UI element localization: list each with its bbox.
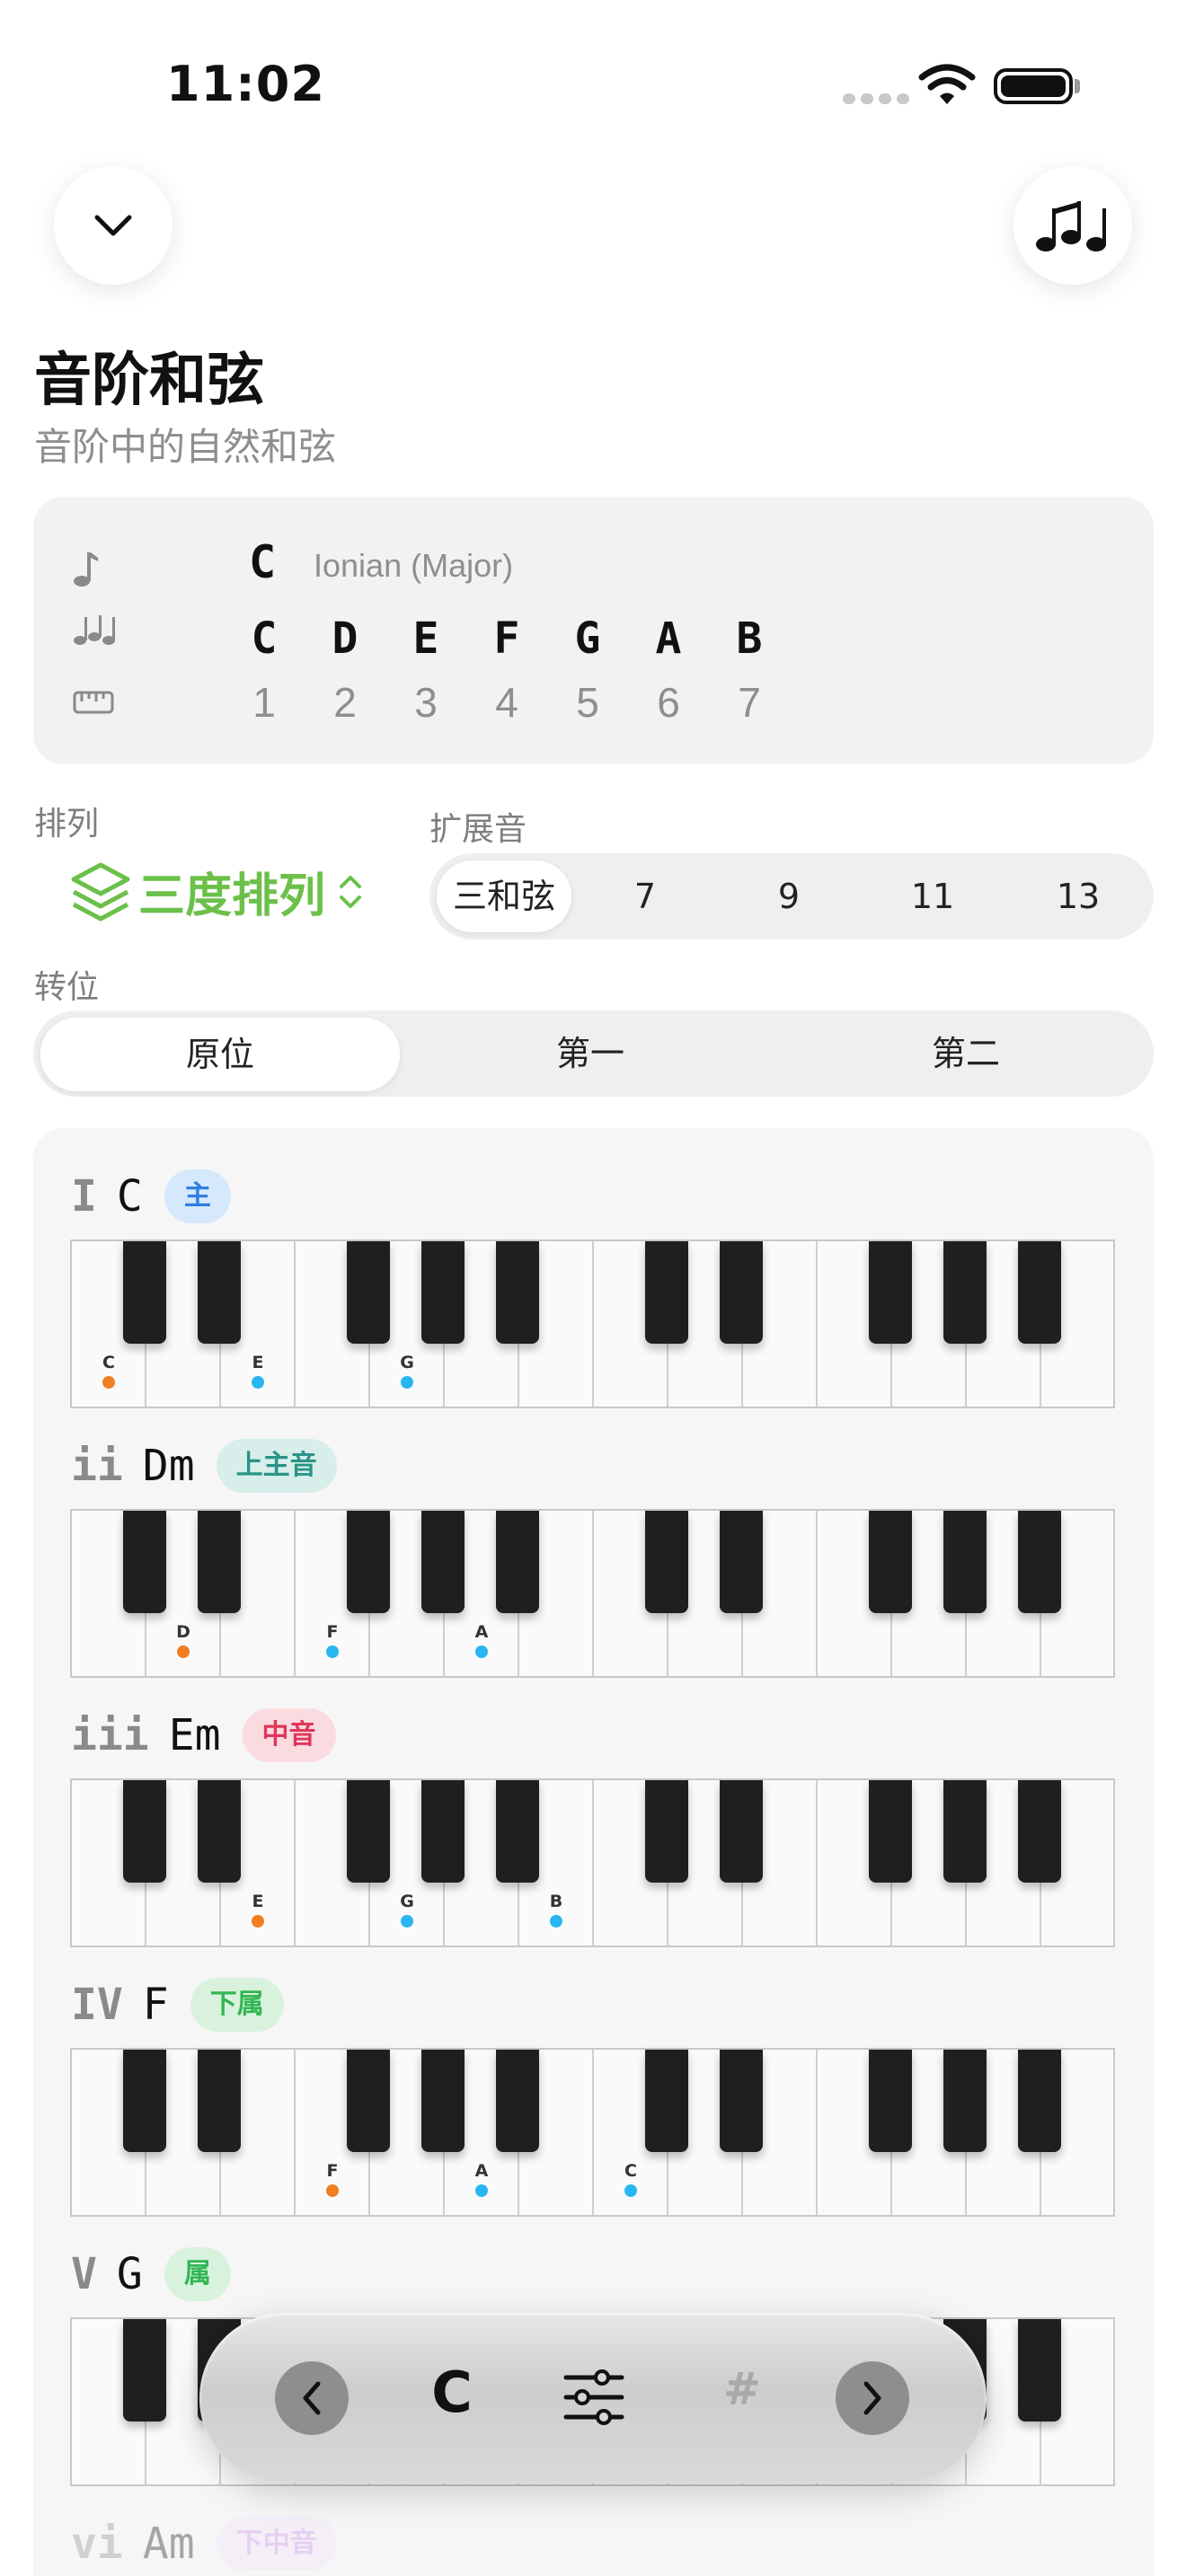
music-notes-icon	[1036, 201, 1106, 251]
chord-roman: iii	[71, 1710, 149, 1760]
chord-header: V G 属	[71, 2247, 231, 2301]
extension-option-11[interactable]: 11	[870, 853, 996, 940]
chevron-updown-icon	[340, 875, 362, 908]
scale-note: G	[574, 613, 601, 664]
extension-option-triad[interactable]: 三和弦	[437, 860, 571, 932]
extension-option-9[interactable]: 9	[726, 853, 852, 940]
chord-function-badge: 属	[164, 2247, 231, 2301]
scale-degree: 7	[738, 679, 761, 726]
note-marker: F	[310, 1622, 355, 1658]
scale-key: C	[249, 536, 277, 588]
scale-card: C Ionian (Major) C D E F G A B 1 2 3 4 5…	[33, 497, 1154, 764]
chord-name: Dm	[142, 1441, 195, 1491]
chord-header: IV F 下属	[71, 1978, 284, 2032]
scale-note: B	[736, 613, 763, 664]
scale-degree: 1	[252, 679, 276, 726]
inversion-option-root[interactable]: 原位	[40, 1018, 400, 1091]
arrangement-value: 三度排列	[138, 869, 326, 923]
scale-note: C	[251, 613, 278, 664]
chord-header: vi Am 下中音	[71, 2517, 337, 2571]
battery-icon	[994, 68, 1073, 104]
page-subtitle: 音阶中的自然和弦	[34, 425, 337, 469]
notes-button[interactable]	[1013, 166, 1132, 285]
chord-name: F	[142, 1980, 169, 2030]
note-marker: E	[235, 1892, 280, 1928]
chord-roman: I	[71, 1171, 97, 1222]
next-key-button[interactable]	[836, 2361, 909, 2435]
chord-roman: ii	[71, 1441, 123, 1491]
note-marker: E	[235, 1353, 280, 1389]
chord-function-badge: 下属	[190, 1978, 284, 2032]
extension-option-7[interactable]: 7	[582, 853, 708, 940]
key-toolbar: C #	[199, 2313, 987, 2483]
note-marker: C	[86, 1353, 131, 1389]
note-marker: A	[459, 1622, 504, 1658]
scale-note: A	[655, 613, 682, 664]
inversion-label: 转位	[34, 969, 100, 1006]
chord-roman: IV	[71, 1980, 123, 2030]
sharp-toggle-button[interactable]: #	[715, 2363, 769, 2415]
status-time: 11:02	[166, 56, 325, 112]
chord-function-badge: 中音	[242, 1708, 336, 1762]
chevron-left-icon	[303, 2381, 321, 2415]
chord-name: G	[116, 2249, 143, 2299]
scale-mode: Ionian (Major)	[314, 547, 514, 584]
arrangement-picker[interactable]: 三度排列	[68, 858, 365, 925]
chord-name: C	[116, 1171, 143, 1222]
scale-degree: 5	[576, 679, 599, 726]
battery-cap	[1075, 79, 1080, 93]
chord-header: ii Dm 上主音	[71, 1439, 337, 1493]
music-note-icon	[74, 552, 98, 587]
previous-key-button[interactable]	[275, 2361, 349, 2435]
scale-note: E	[412, 613, 439, 664]
scale-note: F	[493, 613, 520, 664]
music-notes-icon	[74, 615, 115, 645]
inversion-segmented: 原位 第一 第二	[33, 1010, 1154, 1097]
extension-option-13[interactable]: 13	[1015, 853, 1141, 940]
piano-keyboard[interactable]: D F A	[70, 1509, 1115, 1678]
chord-header: iii Em 中音	[71, 1708, 336, 1762]
ruler-icon	[73, 691, 114, 714]
extensions-label: 扩展音	[429, 811, 527, 848]
chord-function-badge: 上主音	[216, 1439, 337, 1493]
layers-icon	[71, 862, 130, 921]
chord-function-badge: 主	[164, 1169, 231, 1223]
chord-roman: V	[71, 2249, 97, 2299]
scale-note: D	[332, 613, 358, 664]
inversion-option-first[interactable]: 第一	[411, 1010, 770, 1097]
chord-header: I C 主	[71, 1169, 231, 1223]
note-marker: F	[310, 2161, 355, 2197]
piano-keyboard[interactable]: C E G	[70, 1239, 1115, 1408]
sliders-icon[interactable]	[562, 2369, 625, 2426]
piano-keyboard[interactable]: E G B	[70, 1778, 1115, 1947]
chevron-right-icon	[863, 2381, 881, 2415]
chord-name: Em	[168, 1710, 221, 1760]
extensions-segmented: 三和弦 7 9 11 13	[429, 853, 1154, 940]
note-marker: G	[385, 1353, 429, 1389]
page-title: 音阶和弦	[34, 348, 264, 414]
note-marker: A	[459, 2161, 504, 2197]
note-marker: C	[608, 2161, 653, 2197]
piano-keyboard[interactable]: F A C	[70, 2048, 1115, 2217]
scale-degree: 2	[333, 679, 357, 726]
scale-degree: 4	[495, 679, 518, 726]
note-marker: B	[534, 1892, 579, 1928]
wifi-icon	[918, 64, 976, 104]
collapse-button[interactable]	[54, 166, 173, 285]
chevron-down-icon	[94, 215, 132, 236]
note-marker: G	[385, 1892, 429, 1928]
scale-degree: 3	[414, 679, 438, 726]
chord-function-badge: 下中音	[216, 2517, 337, 2571]
inversion-option-second[interactable]: 第二	[786, 1010, 1146, 1097]
arrangement-label: 排列	[34, 806, 100, 842]
note-marker: D	[161, 1622, 206, 1658]
chord-name: Am	[142, 2519, 195, 2569]
current-key-button[interactable]: C	[420, 2360, 483, 2425]
scale-degree: 6	[657, 679, 680, 726]
chord-roman: vi	[71, 2519, 123, 2569]
